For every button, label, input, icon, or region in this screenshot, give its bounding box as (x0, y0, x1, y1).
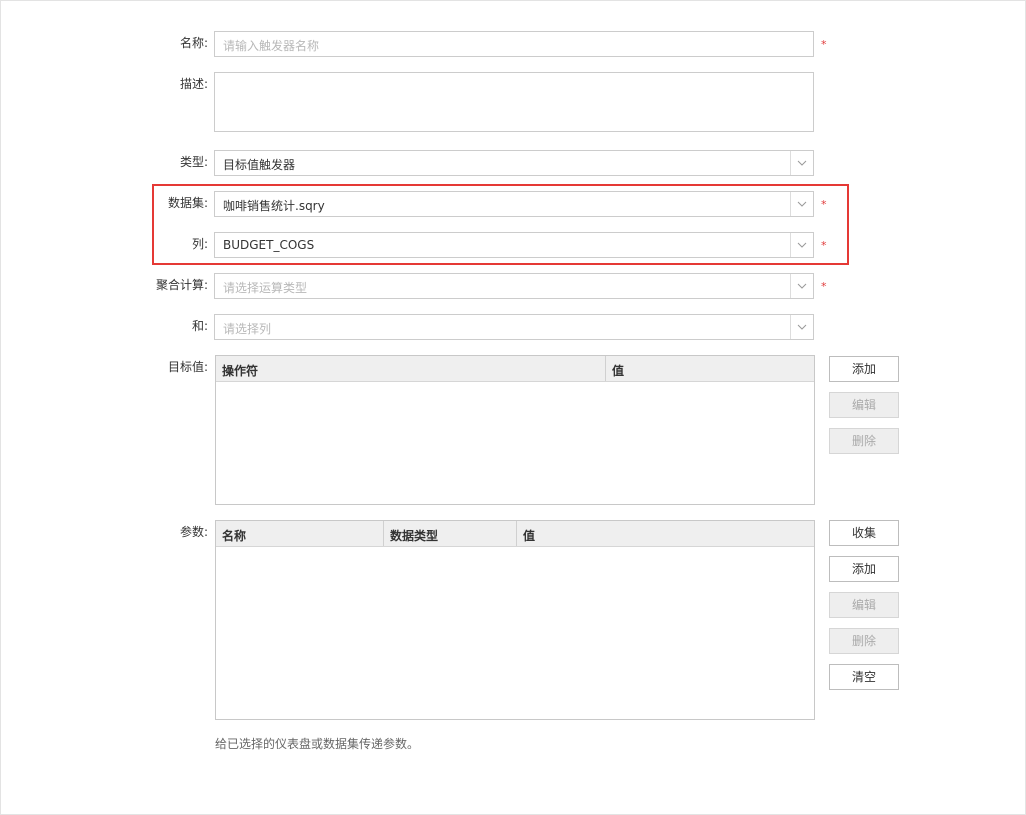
target-add-button[interactable]: 添加 (829, 356, 899, 382)
chevron-down-icon[interactable] (790, 192, 813, 216)
name-required-mark: * (821, 38, 827, 51)
target-label: 目标值: (167, 360, 208, 374)
name-input[interactable]: 请输入触发器名称 (214, 31, 814, 57)
target-col-value[interactable]: 值 (606, 356, 814, 381)
type-select[interactable]: 目标值触发器 (214, 150, 814, 176)
target-delete-button[interactable]: 删除 (829, 428, 899, 454)
params-collect-button[interactable]: 收集 (829, 520, 899, 546)
and-label: 和: (191, 319, 208, 333)
chevron-down-icon[interactable] (790, 315, 813, 339)
dataset-label: 数据集: (167, 196, 208, 210)
params-add-button[interactable]: 添加 (829, 556, 899, 582)
aggregate-placeholder: 请选择运算类型 (223, 281, 308, 295)
chevron-down-icon[interactable] (790, 233, 813, 257)
target-grid[interactable]: 操作符 值 (215, 355, 815, 505)
column-select[interactable]: BUDGET_COGS (214, 232, 814, 258)
params-hint: 给已选择的仪表盘或数据集传递参数。 (215, 737, 420, 751)
type-label: 类型: (179, 155, 208, 169)
params-delete-button[interactable]: 删除 (829, 628, 899, 654)
aggregate-required-mark: * (821, 280, 827, 293)
name-label: 名称: (179, 36, 208, 50)
params-grid[interactable]: 名称 数据类型 值 (215, 520, 815, 720)
name-placeholder: 请输入触发器名称 (223, 39, 320, 53)
column-label: 列: (191, 237, 208, 251)
params-edit-button[interactable]: 编辑 (829, 592, 899, 618)
target-col-operator[interactable]: 操作符 (216, 356, 605, 381)
aggregate-select[interactable]: 请选择运算类型 (214, 273, 814, 299)
target-grid-header: 操作符 值 (216, 356, 814, 382)
dataset-select[interactable]: 咖啡销售统计.sqry (214, 191, 814, 217)
chevron-down-icon[interactable] (790, 274, 813, 298)
column-value: BUDGET_COGS (223, 238, 315, 252)
params-col-name[interactable]: 名称 (216, 521, 383, 546)
params-label: 参数: (179, 525, 208, 539)
params-clear-button[interactable]: 清空 (829, 664, 899, 690)
description-label: 描述: (179, 77, 208, 91)
target-edit-button[interactable]: 编辑 (829, 392, 899, 418)
aggregate-label: 聚合计算: (155, 278, 208, 292)
chevron-down-icon[interactable] (790, 151, 813, 175)
type-value: 目标值触发器 (223, 158, 296, 172)
params-col-type[interactable]: 数据类型 (384, 521, 516, 546)
and-placeholder: 请选择列 (223, 322, 272, 336)
params-grid-header: 名称 数据类型 值 (216, 521, 814, 547)
params-col-value[interactable]: 值 (517, 521, 814, 546)
and-select[interactable]: 请选择列 (214, 314, 814, 340)
description-textarea[interactable] (214, 72, 814, 132)
column-required-mark: * (821, 239, 827, 252)
dataset-required-mark: * (821, 198, 827, 211)
dataset-value: 咖啡销售统计.sqry (223, 199, 325, 213)
